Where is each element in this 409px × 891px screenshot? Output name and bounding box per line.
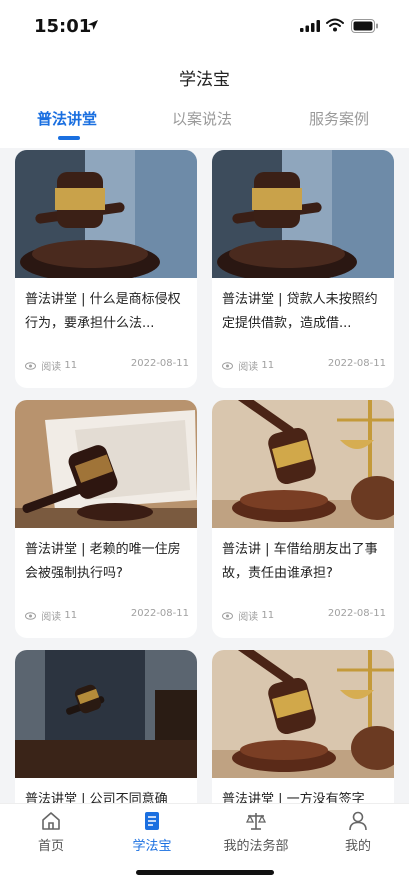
tab-active-indicator bbox=[58, 136, 80, 140]
nav-label: 首页 bbox=[37, 839, 64, 854]
article-meta: 阅读 11 2022-08-11 bbox=[222, 608, 386, 623]
wifi-icon bbox=[326, 18, 344, 32]
article-title: 普法讲堂 | 贷款人未按照约定提供借款，造成借... bbox=[222, 292, 378, 331]
status-bar: 15:01 bbox=[0, 0, 409, 52]
gavel-judge-icon bbox=[15, 650, 197, 778]
article-meta: 阅读 11 2022-08-11 bbox=[25, 608, 189, 623]
eye-icon bbox=[25, 361, 36, 370]
article-title: 普法讲 | 车借给朋友出了事故，责任由谁承担? bbox=[222, 542, 378, 581]
article-meta: 阅读 11 2022-08-11 bbox=[222, 358, 386, 373]
user-icon bbox=[349, 811, 367, 831]
nav-item-legal-dept[interactable]: 我的法务部 bbox=[211, 810, 301, 854]
location-arrow-icon bbox=[88, 20, 98, 30]
gavel-book-icon bbox=[15, 400, 197, 528]
nav-label: 学法宝 bbox=[132, 839, 172, 854]
article-date: 2022-08-11 bbox=[327, 608, 386, 619]
article-title: 普法讲堂 | 公司不同意确 bbox=[25, 792, 168, 803]
gavel-suit-icon bbox=[212, 150, 394, 278]
bottom-nav: 首页 学法宝 我的法务部 我的 bbox=[0, 803, 409, 891]
article-card[interactable]: 普法讲堂 | 老赖的唯一住房会被强制执行吗? 阅读 11 2022-08-11 bbox=[15, 400, 197, 638]
page-title: 学法宝 bbox=[179, 70, 230, 90]
read-count: 11 bbox=[261, 610, 275, 621]
document-icon bbox=[145, 812, 159, 830]
article-card[interactable]: 普法讲堂 | 贷款人未按照约定提供借款，造成借... 阅读 11 2022-08… bbox=[212, 150, 394, 388]
article-title: 普法讲堂 | 什么是商标侵权行为，要承担什么法... bbox=[25, 292, 181, 331]
article-card[interactable]: 普法讲堂 | 什么是商标侵权行为，要承担什么法... 阅读 11 2022-08… bbox=[15, 150, 197, 388]
nav-item-xuefabao[interactable]: 学法宝 bbox=[107, 810, 197, 854]
read-label: 阅读 bbox=[238, 612, 259, 623]
read-label: 阅读 bbox=[41, 362, 62, 373]
page-header: 学法宝 普法讲堂 以案说法 服务案例 bbox=[0, 52, 409, 148]
tab-service-cases[interactable]: 服务案例 bbox=[309, 108, 369, 129]
eye-icon bbox=[222, 611, 233, 620]
article-date: 2022-08-11 bbox=[327, 358, 386, 369]
article-title: 普法讲堂 | 一方没有签字 bbox=[222, 792, 365, 803]
nav-item-profile[interactable]: 我的 bbox=[313, 810, 403, 854]
read-label: 阅读 bbox=[238, 362, 259, 373]
article-date: 2022-08-11 bbox=[130, 358, 189, 369]
read-count: 11 bbox=[64, 610, 78, 621]
tab-law-lecture[interactable]: 普法讲堂 bbox=[37, 108, 97, 129]
article-date: 2022-08-11 bbox=[130, 608, 189, 619]
eye-icon bbox=[25, 611, 36, 620]
status-time: 15:01 bbox=[34, 16, 92, 37]
signal-icon bbox=[300, 20, 320, 32]
article-grid: 普法讲堂 | 什么是商标侵权行为，要承担什么法... 阅读 11 2022-08… bbox=[0, 148, 409, 803]
gavel-scale-icon bbox=[212, 650, 394, 778]
home-icon bbox=[42, 812, 60, 830]
eye-icon bbox=[222, 361, 233, 370]
scales-icon bbox=[245, 813, 267, 830]
nav-label: 我的 bbox=[344, 839, 371, 854]
article-card[interactable]: 普法讲堂 | 一方没有签字 bbox=[212, 650, 394, 803]
nav-item-home[interactable]: 首页 bbox=[6, 810, 96, 854]
article-card[interactable]: 普法讲 | 车借给朋友出了事故，责任由谁承担? 阅读 11 2022-08-11 bbox=[212, 400, 394, 638]
home-indicator bbox=[136, 870, 274, 875]
article-title: 普法讲堂 | 老赖的唯一住房会被强制执行吗? bbox=[25, 542, 181, 581]
gavel-scale-icon bbox=[212, 400, 394, 528]
gavel-suit-icon bbox=[15, 150, 197, 278]
article-meta: 阅读 11 2022-08-11 bbox=[25, 358, 189, 373]
tab-bar: 普法讲堂 以案说法 服务案例 bbox=[0, 104, 409, 148]
read-label: 阅读 bbox=[41, 612, 62, 623]
read-count: 11 bbox=[64, 360, 78, 371]
article-card[interactable]: 普法讲堂 | 公司不同意确 bbox=[15, 650, 197, 803]
nav-label: 我的法务部 bbox=[223, 839, 289, 854]
read-count: 11 bbox=[261, 360, 275, 371]
tab-case-law[interactable]: 以案说法 bbox=[172, 108, 232, 129]
battery-icon bbox=[351, 19, 378, 33]
